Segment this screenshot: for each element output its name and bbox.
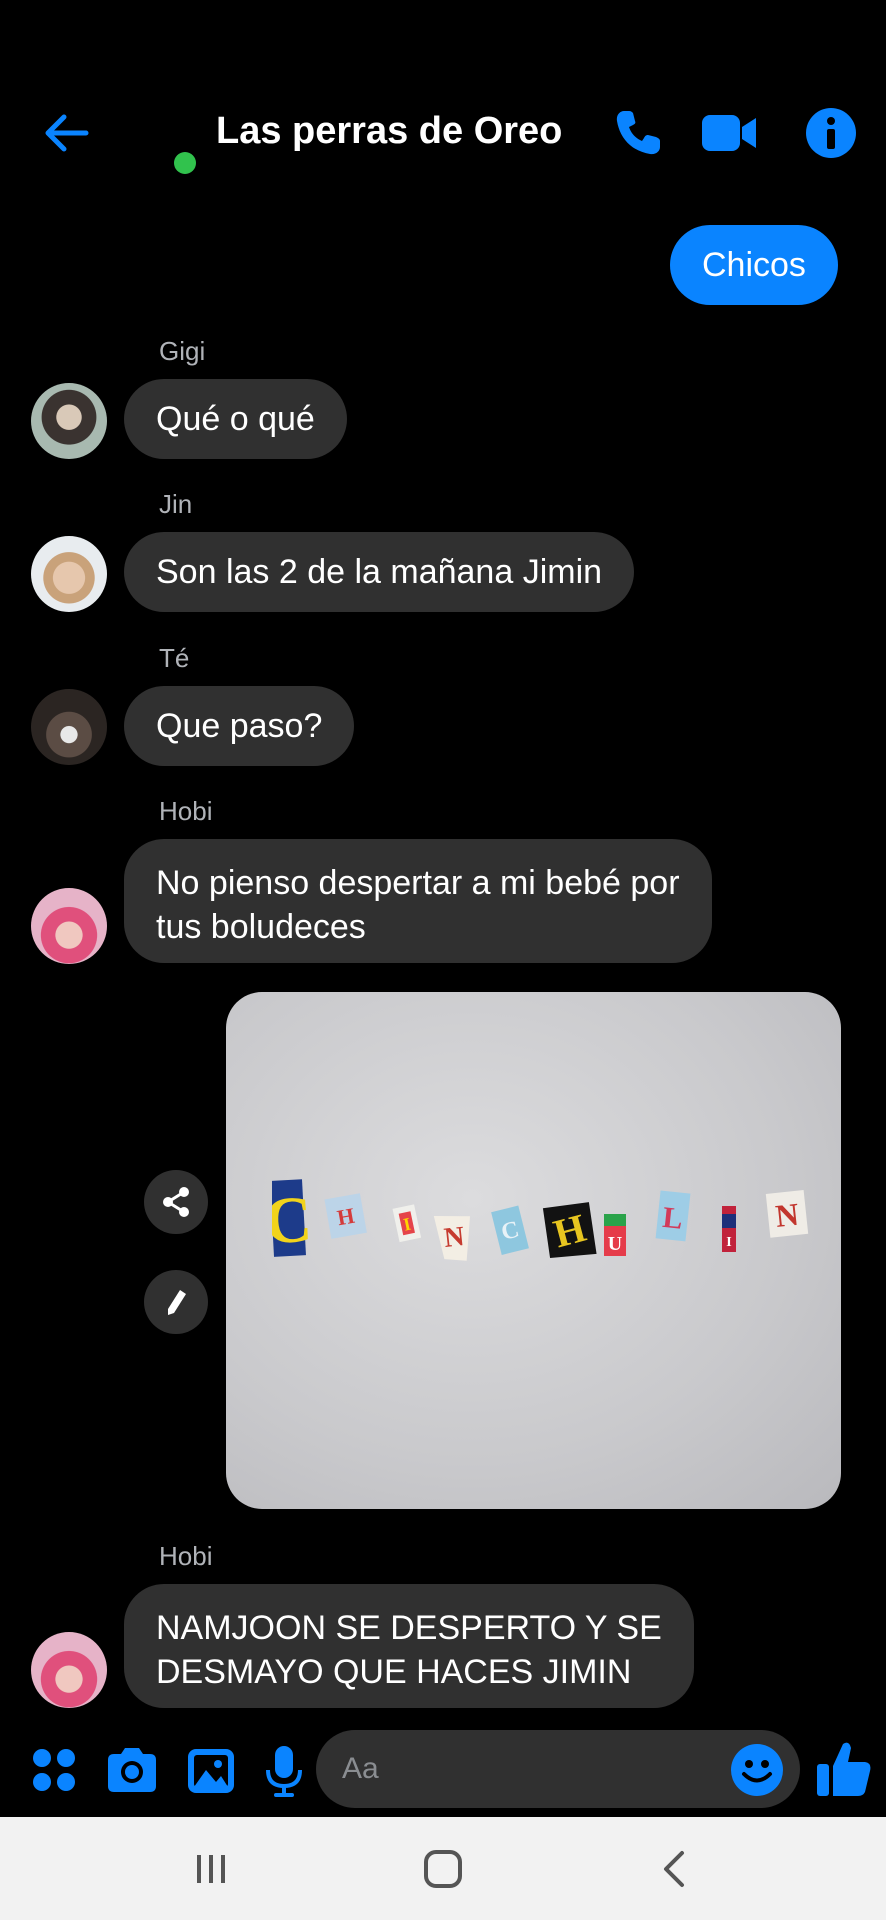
- letter-tiles: C H I N C H U L I N: [272, 1179, 809, 1261]
- home-icon: [424, 1850, 462, 1888]
- share-icon: [163, 1187, 189, 1217]
- edit-button[interactable]: [144, 1270, 208, 1334]
- gallery-icon: [188, 1749, 234, 1793]
- message-composer: [0, 1726, 886, 1816]
- info-button[interactable]: [803, 105, 859, 161]
- camera-button[interactable]: [104, 1744, 158, 1798]
- message-bubble[interactable]: NAMJOON SE DESPERTO Y SE DESMAYO QUE HAC…: [124, 1584, 694, 1708]
- outgoing-message-bubble[interactable]: Chicos: [670, 225, 838, 305]
- pencil-icon: [168, 1290, 186, 1315]
- camera-icon: [108, 1748, 156, 1792]
- chat-header: Las perras de Oreo: [0, 0, 886, 250]
- avatar[interactable]: [31, 1632, 107, 1708]
- sender-name: Té: [159, 643, 190, 673]
- message-line: tus boludeces: [156, 908, 366, 946]
- message-bubble[interactable]: Qué o qué: [124, 379, 347, 459]
- home-button[interactable]: [418, 1847, 468, 1891]
- message-bubble[interactable]: Que paso?: [124, 686, 355, 766]
- system-back-button[interactable]: [650, 1847, 700, 1891]
- avatar[interactable]: [31, 689, 107, 765]
- cutout-letter: C: [272, 1183, 314, 1258]
- online-status-dot: [174, 152, 196, 174]
- thumbs-up-icon: [817, 1742, 871, 1796]
- cutout-letters-image: C H I N C H U L I N: [272, 1179, 809, 1261]
- cutout-letter: U: [608, 1233, 622, 1255]
- sender-name: Hobi: [159, 1541, 213, 1571]
- message-line: No pienso despertar a mi bebé por: [156, 864, 680, 902]
- video-camera-icon: [702, 115, 756, 151]
- like-button[interactable]: [815, 1738, 873, 1800]
- sender-name: Hobi: [159, 796, 213, 826]
- microphone-icon: [266, 1746, 302, 1797]
- back-button[interactable]: [42, 108, 92, 158]
- gallery-button[interactable]: [185, 1744, 239, 1798]
- share-button[interactable]: [144, 1170, 208, 1234]
- phone-icon: [616, 111, 660, 155]
- info-icon: [806, 108, 856, 158]
- message-line: NAMJOON SE DESPERTO Y SE: [156, 1609, 662, 1647]
- sender-name: Gigi: [159, 336, 206, 366]
- avatar[interactable]: [31, 536, 107, 612]
- voice-record-button[interactable]: [262, 1744, 316, 1798]
- cutout-letter: I: [726, 1235, 731, 1250]
- apps-icon: [33, 1749, 75, 1791]
- sender-name: Jin: [159, 489, 193, 519]
- conversation-title[interactable]: Las perras de Oreo: [216, 110, 562, 153]
- photo-attachment[interactable]: C H I N C H U L I N: [226, 992, 841, 1509]
- recent-apps-button[interactable]: [186, 1847, 236, 1891]
- recent-apps-icon: [197, 1855, 225, 1883]
- avatar[interactable]: [31, 383, 107, 459]
- message-bubble[interactable]: No pienso despertar a mi bebé por tus bo…: [124, 839, 712, 963]
- back-arrow-icon: [45, 114, 89, 152]
- cutout-letter: N: [442, 1221, 465, 1254]
- cutout-letter: L: [661, 1201, 684, 1236]
- system-navigation-bar: [0, 1817, 886, 1920]
- video-call-button[interactable]: [700, 105, 760, 161]
- apps-button[interactable]: [28, 1744, 82, 1798]
- message-input[interactable]: [316, 1730, 800, 1808]
- emoji-icon: [731, 1744, 783, 1796]
- emoji-button[interactable]: [730, 1743, 784, 1797]
- message-line: DESMAYO QUE HACES JIMIN: [156, 1653, 632, 1691]
- audio-call-button[interactable]: [610, 105, 666, 161]
- back-icon: [664, 1851, 684, 1887]
- message-bubble[interactable]: Son las 2 de la mañana Jimin: [124, 532, 635, 612]
- cutout-letter: N: [774, 1196, 801, 1234]
- avatar[interactable]: [31, 888, 107, 964]
